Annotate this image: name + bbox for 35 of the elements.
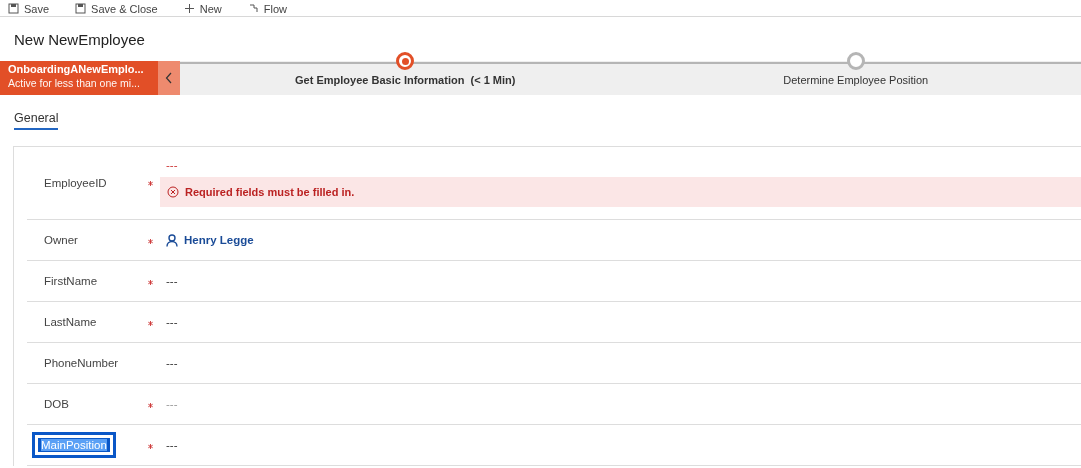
process-status: Active for less than one mi...	[8, 77, 141, 89]
field-value[interactable]: ---	[166, 159, 1081, 171]
field-label: MainPosition	[35, 435, 113, 455]
process-name: OnboardingANewEmplo...	[8, 63, 145, 75]
stage-label[interactable]: Get Employee Basic Information (< 1 Min)	[295, 74, 516, 86]
toolbar-button[interactable]: Flow	[245, 1, 289, 16]
toolbar-button[interactable]: Save	[6, 1, 52, 16]
field-value[interactable]: ---	[166, 316, 1081, 328]
collapse-button[interactable]	[158, 61, 180, 95]
save-icon	[8, 3, 19, 14]
chevron-left-icon	[165, 72, 173, 84]
flow-icon	[247, 3, 259, 14]
tab[interactable]: General	[14, 111, 59, 130]
error-icon	[167, 186, 179, 198]
field-label: EmployeeID	[43, 177, 107, 189]
field-value[interactable]: ---	[166, 357, 1081, 369]
field-label: FirstName	[43, 275, 98, 287]
toolbar-button[interactable]: Save & Close	[73, 1, 160, 16]
field-label: PhoneNumber	[43, 357, 119, 369]
plus-icon	[183, 3, 195, 14]
field-label: LastName	[43, 316, 97, 328]
process-panel[interactable]: OnboardingANewEmplo... Active for less than one mi...	[0, 61, 158, 95]
toolbar-button[interactable]: New	[181, 1, 224, 16]
field-label: Owner	[43, 234, 78, 246]
save-icon	[75, 3, 87, 14]
person-icon	[166, 233, 178, 247]
field-value[interactable]: ---	[166, 275, 1081, 287]
error-message: Required fields must be filled in.	[160, 177, 1081, 207]
stage-marker-icon[interactable]	[846, 52, 865, 70]
field-label: DOB	[43, 398, 69, 410]
stage-marker-icon[interactable]	[396, 52, 415, 70]
owner-link[interactable]: Henry Legge	[166, 233, 1081, 247]
stage-label[interactable]: Determine Employee Position	[783, 74, 929, 86]
page-title: New NewEmployee	[14, 31, 145, 50]
field-value[interactable]: ---	[166, 439, 1081, 451]
